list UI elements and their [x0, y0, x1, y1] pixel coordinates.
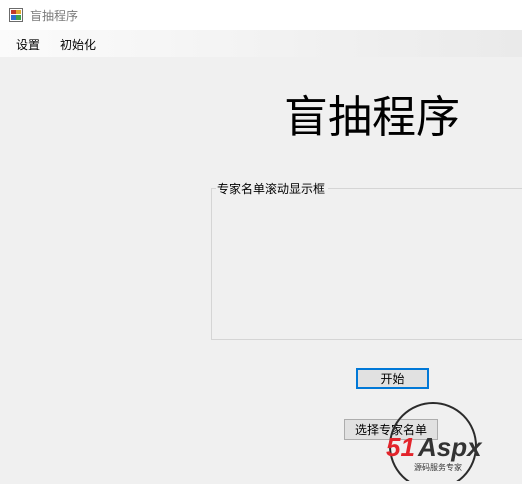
window-title: 盲抽程序 [30, 9, 79, 23]
svg-text:Aspx: Aspx [417, 432, 483, 462]
expert-list-group-label: 专家名单滚动显示框 [216, 180, 329, 197]
svg-text:51: 51 [386, 432, 415, 462]
expert-list-display[interactable] [213, 198, 522, 338]
start-button[interactable]: 开始 [356, 368, 429, 389]
watermark-logo: 51 Aspx 源码服务专家 [384, 400, 522, 484]
title-bar: 盲抽程序 [0, 0, 522, 30]
menu-item-initialize[interactable]: 初始化 [58, 36, 98, 53]
app-icon [9, 8, 23, 22]
page-title: 盲抽程序 [284, 92, 460, 143]
svg-text:源码服务专家: 源码服务专家 [414, 462, 462, 472]
menu-bar: 设置 初始化 [0, 30, 522, 57]
menu-item-settings[interactable]: 设置 [14, 36, 42, 53]
